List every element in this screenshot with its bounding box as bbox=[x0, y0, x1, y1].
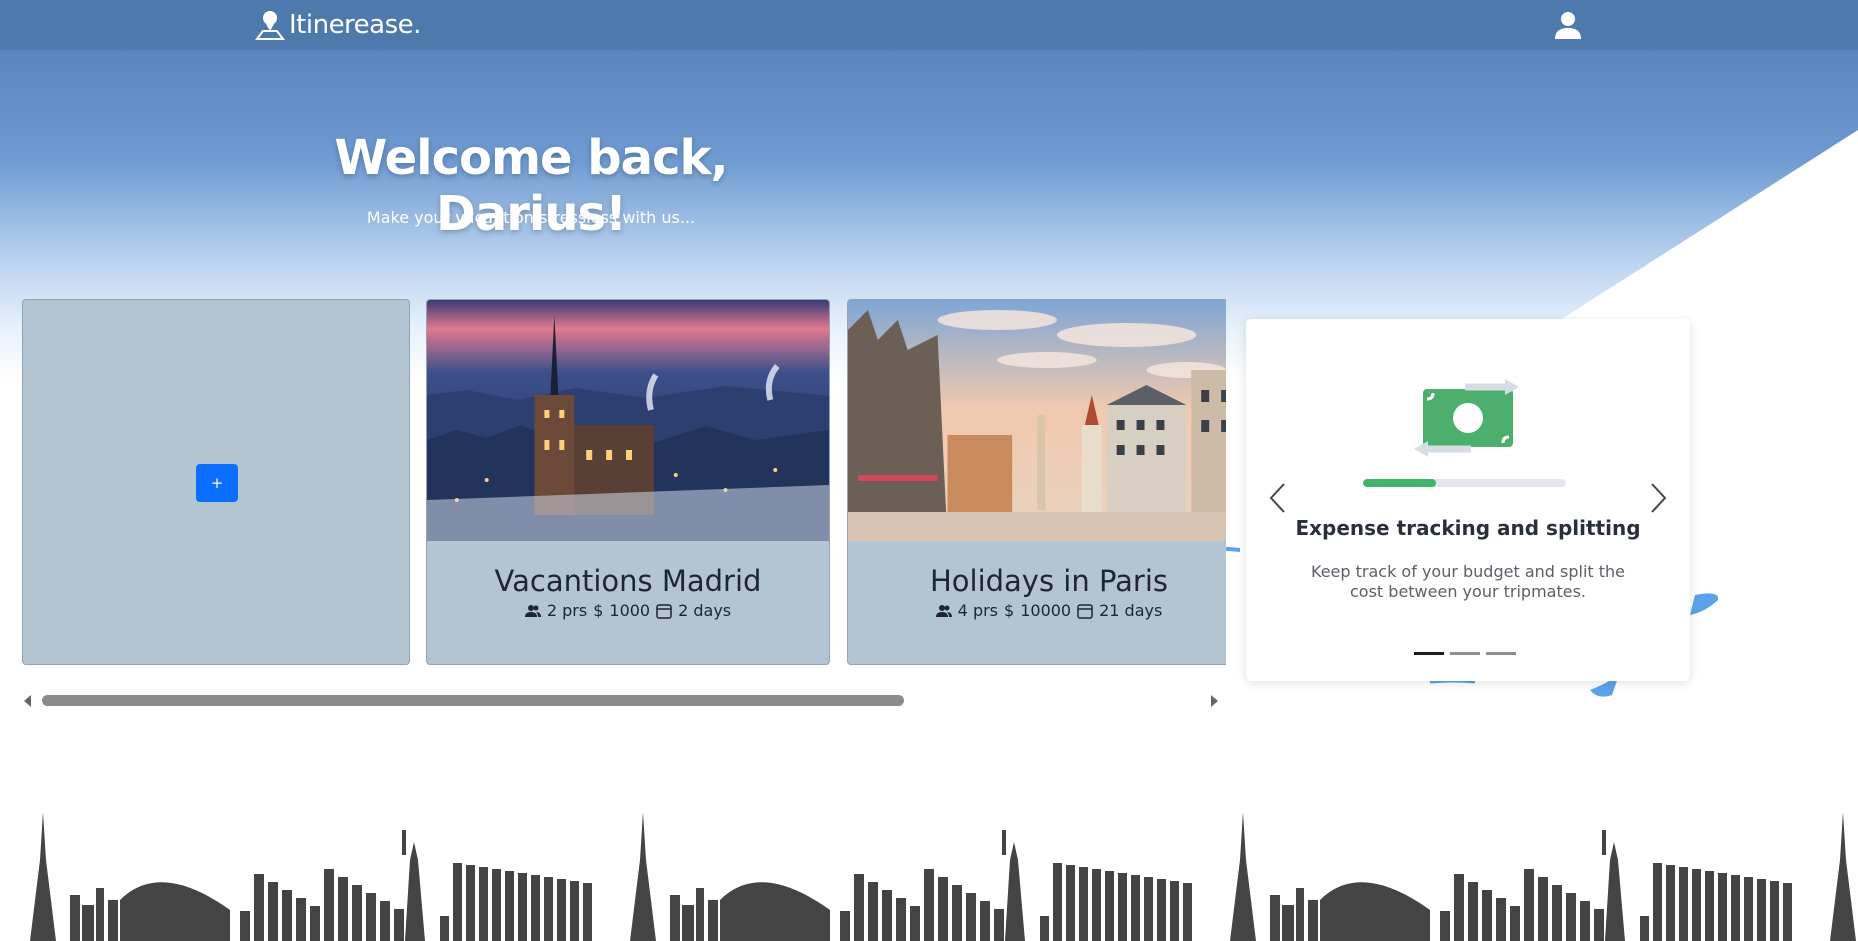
add-trip-card: + bbox=[22, 299, 410, 665]
people-icon bbox=[935, 604, 952, 617]
carousel-dot[interactable] bbox=[1414, 652, 1444, 655]
add-trip-button[interactable]: + bbox=[196, 464, 238, 502]
scroll-right-arrow-icon[interactable] bbox=[1211, 695, 1218, 707]
money-exchange-icon bbox=[1414, 379, 1519, 457]
trip-budget: 1000 bbox=[609, 601, 651, 620]
brand-logo[interactable]: Itinerease. bbox=[255, 9, 421, 41]
feature-description: Keep track of your budget and split the … bbox=[1311, 562, 1625, 601]
map-pin-person-icon bbox=[255, 11, 285, 40]
top-navbar: Itinerease. bbox=[0, 0, 1858, 49]
trip-card[interactable]: Vacantions Madrid 2 prs $ 1000 2 days bbox=[426, 299, 830, 665]
trip-cards-carousel: + Vacantions Madrid 2 prs $ 1000 2 days … bbox=[22, 299, 1226, 667]
trip-people: 2 prs bbox=[546, 601, 588, 620]
trip-title: Vacantions Madrid bbox=[494, 564, 762, 598]
trip-meta: 4 prs $ 10000 21 days bbox=[848, 601, 1226, 620]
trip-title: Holidays in Paris bbox=[929, 564, 1169, 598]
trip-duration: 21 days bbox=[1099, 601, 1163, 620]
carousel-indicators bbox=[1414, 652, 1516, 655]
user-icon[interactable] bbox=[1553, 10, 1583, 40]
chevron-left-icon[interactable] bbox=[1266, 481, 1290, 515]
scrollbar-thumb[interactable] bbox=[42, 695, 904, 706]
calendar-icon bbox=[656, 603, 672, 619]
people-icon bbox=[524, 604, 541, 617]
dollar-icon: $ bbox=[1004, 601, 1015, 620]
city-skyline-decoration bbox=[30, 812, 1856, 941]
feature-progress-fill bbox=[1363, 479, 1437, 487]
trip-card[interactable]: Holidays in Paris 4 prs $ 10000 21 days bbox=[847, 299, 1226, 665]
trip-photo-paris bbox=[848, 300, 1226, 541]
cards-horizontal-scrollbar[interactable] bbox=[22, 690, 1218, 711]
calendar-icon bbox=[1077, 603, 1093, 619]
trip-meta: 2 prs $ 1000 2 days bbox=[427, 601, 829, 620]
feature-progress-bar bbox=[1363, 479, 1566, 487]
feature-title: Expense tracking and splitting bbox=[1295, 516, 1641, 540]
carousel-dot[interactable] bbox=[1450, 652, 1480, 655]
chevron-right-icon[interactable] bbox=[1646, 481, 1670, 515]
trip-budget: 10000 bbox=[1020, 601, 1072, 620]
trip-people: 4 prs bbox=[957, 601, 999, 620]
carousel-dot[interactable] bbox=[1486, 652, 1516, 655]
hero-subtitle: Make your vacantion stressless with us..… bbox=[366, 208, 696, 227]
brand-name: Itinerease. bbox=[289, 10, 421, 40]
scroll-left-arrow-icon[interactable] bbox=[24, 695, 31, 707]
trip-duration: 2 days bbox=[678, 601, 732, 620]
trip-photo-madrid bbox=[427, 300, 829, 541]
feature-carousel: Expense tracking and splitting Keep trac… bbox=[1246, 319, 1690, 681]
dollar-icon: $ bbox=[593, 601, 604, 620]
